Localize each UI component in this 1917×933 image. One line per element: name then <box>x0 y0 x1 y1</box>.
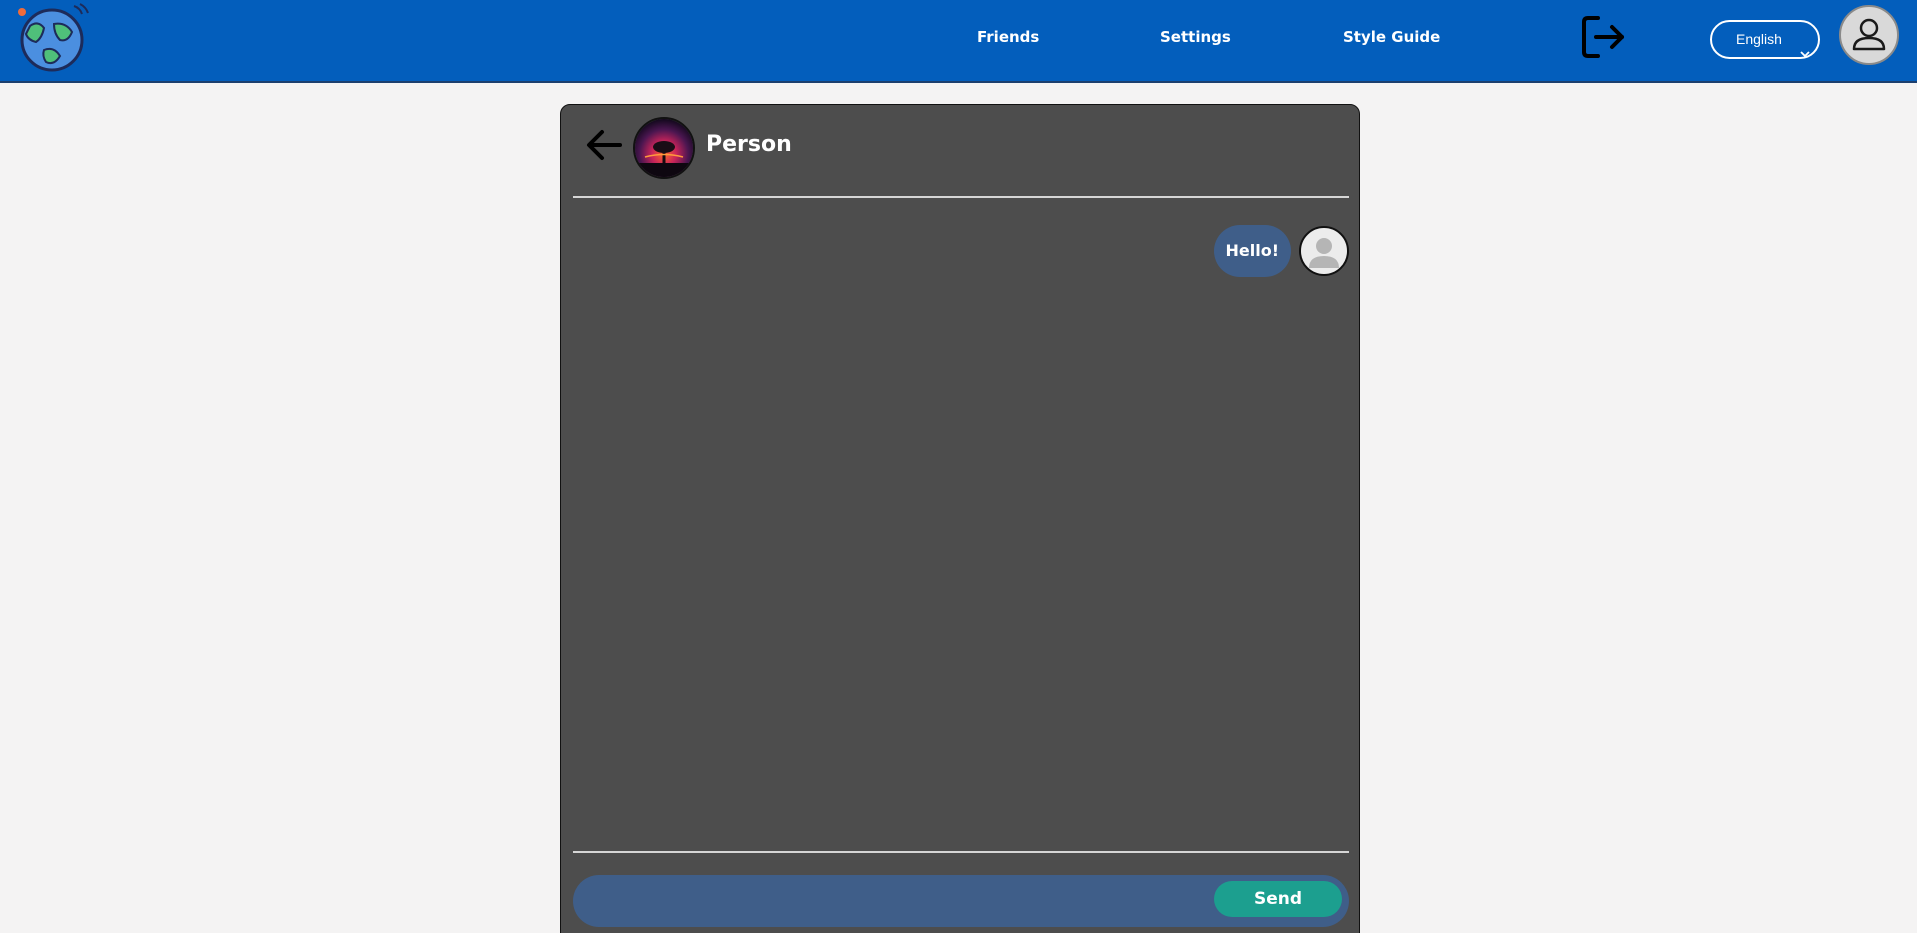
user-icon[interactable] <box>1839 5 1899 65</box>
arrow-left-icon[interactable] <box>584 125 624 165</box>
message-list[interactable]: Hello! <box>573 201 1349 846</box>
message-composer: Send <box>573 875 1349 927</box>
contact-avatar[interactable] <box>633 117 695 179</box>
composer-divider <box>573 851 1349 853</box>
message-row: Hello! <box>1213 225 1349 277</box>
language-select[interactable]: English <box>1710 20 1820 59</box>
message-bubble: Hello! <box>1213 225 1291 277</box>
logout-icon[interactable] <box>1580 14 1626 60</box>
globe-logo-icon[interactable] <box>14 2 90 72</box>
header-divider <box>573 196 1349 198</box>
language-select-value: English <box>1736 31 1782 47</box>
contact-name: Person <box>706 132 792 157</box>
send-button[interactable]: Send <box>1214 881 1342 917</box>
chat-panel: Person Hello! Send <box>560 104 1360 933</box>
message-input[interactable] <box>589 883 1189 919</box>
nav-friends[interactable]: Friends <box>977 28 1039 46</box>
nav-settings[interactable]: Settings <box>1160 28 1231 46</box>
sender-avatar-icon <box>1299 226 1349 276</box>
chevron-down-icon <box>1800 36 1810 71</box>
top-nav-bar: Friends Settings Style Guide English <box>0 0 1917 83</box>
nav-style-guide[interactable]: Style Guide <box>1343 28 1440 46</box>
